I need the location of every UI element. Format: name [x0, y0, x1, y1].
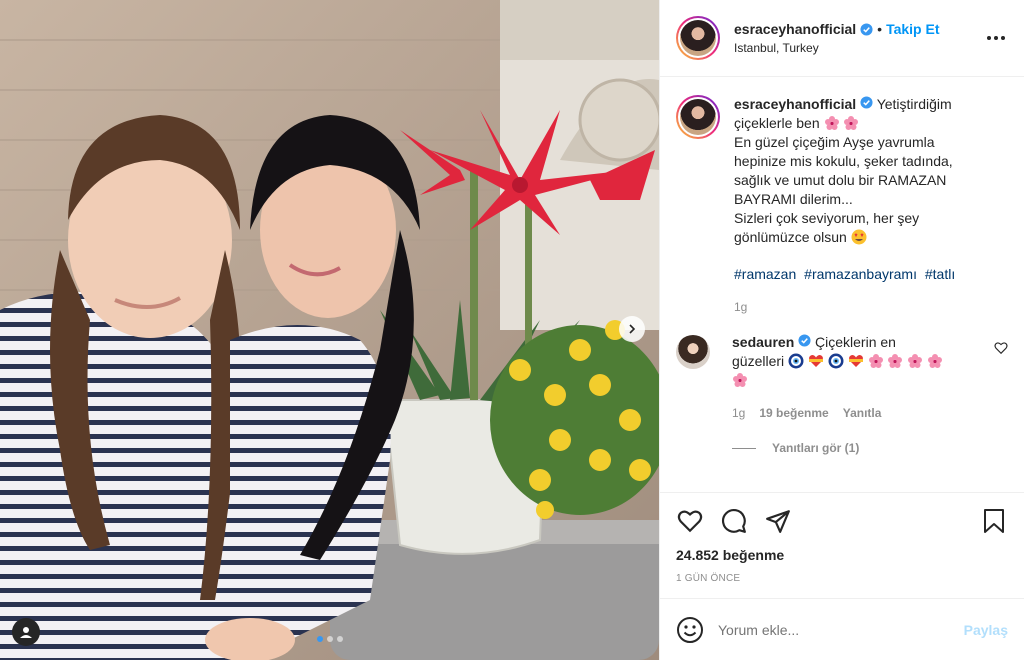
- caption-text-line: hepinize mis kokulu, şeker tadında,: [734, 153, 953, 169]
- caption-text-line: Yetiştirdiğim: [876, 96, 952, 112]
- save-button[interactable]: [980, 507, 1008, 535]
- share-icon: [766, 510, 790, 533]
- cherry-blossom-icon: [888, 354, 903, 368]
- hashtags: #ramazan #ramazanbayramı #tatlı: [734, 265, 1008, 284]
- comments-section: esraceyhanofficial Yetiştirdiğim çiçekle…: [660, 77, 1024, 492]
- comment-like-heart-icon[interactable]: [994, 341, 1008, 355]
- post-comment-button[interactable]: Paylaş: [964, 622, 1008, 638]
- comment-text-line: güzelleri: [732, 353, 785, 369]
- post-photo[interactable]: [0, 0, 659, 660]
- like-count[interactable]: 24.852 beğenme: [676, 547, 1008, 563]
- heart-icon: [677, 510, 703, 533]
- post-header: esraceyhanofficial • Takip Et Istanbul, …: [660, 0, 1024, 77]
- nazar-amulet-icon: [828, 353, 844, 369]
- commenter-avatar[interactable]: [676, 335, 710, 369]
- caption-text-line: gönlümüzce olsun: [734, 229, 847, 245]
- more-options-button[interactable]: [984, 26, 1008, 50]
- carousel-dot: [336, 636, 343, 642]
- heart-with-ribbon-icon: [848, 355, 863, 367]
- caption-avatar[interactable]: [676, 95, 720, 139]
- comment-item: sedauren Çiçeklerin en güzelleri 1g 19 b…: [676, 333, 1008, 423]
- post-date[interactable]: 1 GÜN ÖNCE: [676, 573, 1008, 584]
- comment-input[interactable]: [718, 621, 964, 638]
- instagram-post: esraceyhanofficial • Takip Et Istanbul, …: [0, 0, 1024, 660]
- add-comment-bar: Paylaş: [660, 598, 1024, 660]
- cherry-blossom-icon: [844, 116, 859, 130]
- comment-time[interactable]: 1g: [732, 404, 745, 423]
- caption-text-line: çiçeklerle ben: [734, 115, 820, 131]
- comment-icon: [722, 509, 746, 533]
- cherry-blossom-icon: [928, 354, 943, 368]
- verified-badge-icon: [860, 22, 873, 36]
- hashtag-link[interactable]: #ramazan: [734, 266, 796, 282]
- next-photo-button[interactable]: [619, 316, 645, 342]
- author-username[interactable]: esraceyhanofficial: [734, 21, 856, 37]
- more-dots-icon: [987, 36, 1005, 40]
- chevron-right-icon: [629, 324, 636, 334]
- bookmark-icon: [984, 509, 1004, 533]
- comment-likes[interactable]: 19 beğenme: [759, 404, 828, 423]
- verified-badge-icon: [798, 334, 811, 347]
- caption-time[interactable]: 1g: [734, 298, 747, 317]
- post-actions: 24.852 beğenme 1 GÜN ÖNCE: [660, 492, 1024, 598]
- hashtag-link[interactable]: #ramazanbayramı: [804, 266, 917, 282]
- heart-eyes-emoji-icon: [851, 229, 867, 245]
- comment-text-line: Çiçeklerin en: [815, 334, 896, 350]
- cherry-blossom-icon: [908, 354, 923, 368]
- caption-meta: 1g: [734, 298, 1008, 317]
- comment-button[interactable]: [720, 507, 748, 535]
- smiley-icon[interactable]: [676, 616, 704, 644]
- view-replies-button[interactable]: Yanıtları gör (1): [732, 441, 1008, 455]
- comment-meta: 1g 19 beğenme Yanıtla: [732, 404, 986, 423]
- cherry-blossom-icon: [824, 116, 839, 130]
- view-replies-label: Yanıtları gör (1): [772, 441, 860, 455]
- reply-button[interactable]: Yanıtla: [843, 404, 882, 423]
- caption-text-line: En güzel çiçeğim Ayşe yavrumla: [734, 134, 935, 150]
- carousel-dot: [326, 636, 333, 642]
- commenter-username[interactable]: sedauren: [732, 334, 794, 350]
- carousel-dots: [0, 636, 659, 642]
- heart-with-ribbon-icon: [808, 355, 823, 367]
- cherry-blossom-icon: [868, 354, 883, 368]
- verified-badge-icon: [860, 96, 873, 109]
- hashtag-link[interactable]: #tatlı: [925, 266, 955, 282]
- cherry-blossom-icon: [733, 373, 747, 387]
- like-button[interactable]: [676, 507, 704, 535]
- share-button[interactable]: [764, 507, 792, 535]
- photo-scene: [0, 0, 659, 660]
- caption: esraceyhanofficial Yetiştirdiğim çiçekle…: [676, 95, 1008, 317]
- user-tag-icon: [20, 627, 32, 638]
- carousel-dot-active: [316, 636, 323, 642]
- caption-username[interactable]: esraceyhanofficial: [734, 96, 856, 112]
- user-tag-button[interactable]: [12, 618, 40, 646]
- author-avatar[interactable]: [676, 16, 720, 60]
- post-location[interactable]: Istanbul, Turkey: [734, 41, 984, 55]
- caption-text-line: Sizleri çok seviyorum, her şey: [734, 210, 920, 226]
- follow-button[interactable]: Takip Et: [886, 21, 939, 37]
- caption-text-line: BAYRAMI dilerim...: [734, 191, 853, 207]
- post-details-panel: esraceyhanofficial • Takip Et Istanbul, …: [659, 0, 1024, 660]
- nazar-amulet-icon: [788, 353, 804, 369]
- caption-text-line: sağlık ve umut dolu bir RAMAZAN: [734, 172, 947, 188]
- separator-dot: •: [877, 21, 883, 37]
